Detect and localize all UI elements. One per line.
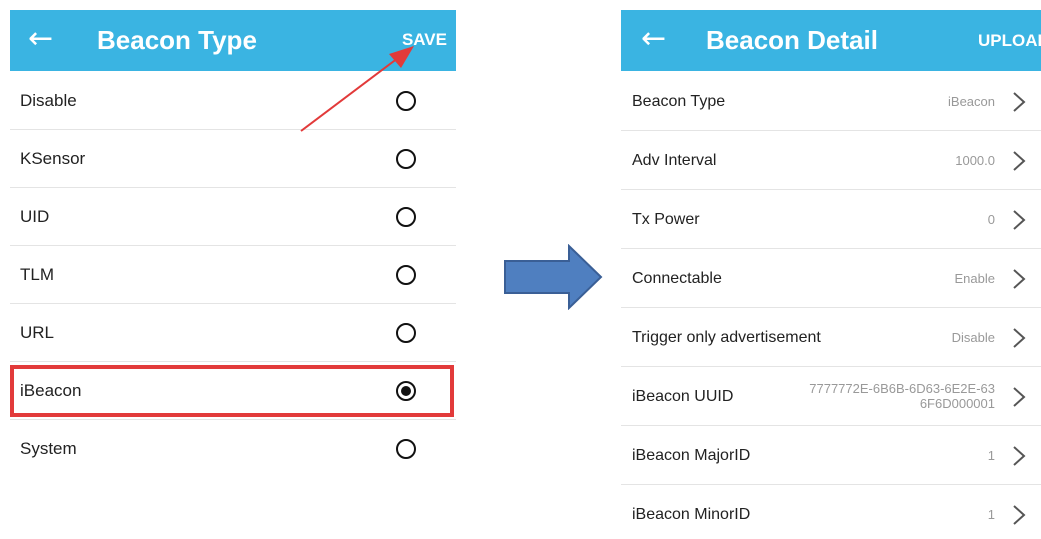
option-uid[interactable]: UID	[10, 188, 456, 246]
chevron-right-icon	[1013, 210, 1026, 230]
option-label: System	[20, 439, 77, 458]
row-label: Tx Power	[632, 211, 700, 228]
page-title: Beacon Type	[97, 25, 257, 55]
save-button[interactable]: SAVE	[402, 29, 447, 51]
beacon-type-screen: ← Beacon Type SAVE Disable KSensor UID T…	[10, 10, 456, 530]
row-beacon-type[interactable]: Beacon Type iBeacon	[621, 72, 1041, 131]
chevron-right-icon	[1013, 151, 1026, 171]
option-system[interactable]: System	[10, 420, 456, 478]
radio-button[interactable]	[396, 149, 416, 169]
back-arrow-icon[interactable]: ←	[28, 21, 53, 57]
option-url[interactable]: URL	[10, 304, 456, 362]
row-adv-interval[interactable]: Adv Interval 1000.0	[621, 131, 1041, 190]
row-ibeacon-uuid[interactable]: iBeacon UUID 7777772E-6B6B-6D63-6E2E-63 …	[621, 367, 1041, 426]
option-ksensor[interactable]: KSensor	[10, 130, 456, 188]
row-value: Enable	[954, 271, 995, 286]
row-label: Beacon Type	[632, 93, 726, 110]
back-arrow-icon[interactable]: ←	[641, 21, 666, 57]
row-value: 1000.0	[955, 153, 995, 168]
radio-dot	[401, 386, 411, 396]
row-label: iBeacon MinorID	[632, 506, 751, 523]
row-label: Adv Interval	[632, 152, 717, 169]
row-value: 1	[987, 448, 995, 463]
chevron-right-icon	[1013, 92, 1026, 112]
page-title: Beacon Detail	[706, 25, 878, 55]
option-ibeacon[interactable]: iBeacon	[10, 362, 456, 420]
chevron-right-icon	[1013, 269, 1026, 289]
row-ibeacon-minorid[interactable]: iBeacon MinorID 1	[621, 485, 1041, 539]
blue-right-arrow-icon	[504, 244, 603, 310]
radio-button[interactable]	[396, 207, 416, 227]
option-label: UID	[20, 207, 50, 226]
chevron-right-icon	[1013, 446, 1026, 466]
uuid-line-1: 7777772E-6B6B-6D63-6E2E-63	[809, 381, 995, 396]
row-label: iBeacon MajorID	[632, 447, 751, 464]
uuid-line-2: 6F6D000001	[919, 396, 995, 411]
option-label: TLM	[20, 265, 54, 284]
option-label: Disable	[20, 91, 77, 110]
option-label: URL	[20, 323, 55, 342]
chevron-right-icon	[1013, 387, 1026, 407]
row-label: Trigger only advertisement	[632, 329, 821, 346]
option-label: iBeacon	[20, 381, 82, 400]
row-value: 7777772E-6B6B-6D63-6E2E-63 6F6D000001	[809, 381, 995, 411]
row-value: iBeacon	[948, 94, 995, 109]
row-connectable[interactable]: Connectable Enable	[621, 249, 1041, 308]
radio-button[interactable]	[396, 439, 416, 459]
radio-button[interactable]	[396, 265, 416, 285]
row-trigger-only-advertisement[interactable]: Trigger only advertisement Disable	[621, 308, 1041, 367]
row-label: Connectable	[632, 270, 722, 287]
chevron-right-icon	[1013, 505, 1026, 525]
option-tlm[interactable]: TLM	[10, 246, 456, 304]
option-disable[interactable]: Disable	[10, 72, 456, 130]
row-ibeacon-majorid[interactable]: iBeacon MajorID 1	[621, 426, 1041, 485]
row-label: iBeacon UUID	[632, 388, 734, 405]
radio-button[interactable]	[396, 323, 416, 343]
radio-button[interactable]	[396, 91, 416, 111]
chevron-right-icon	[1013, 328, 1026, 348]
beacon-detail-screen: ← Beacon Detail UPLOAD Beacon Type iBeac…	[621, 10, 1041, 539]
row-tx-power[interactable]: Tx Power 0	[621, 190, 1041, 249]
option-label: KSensor	[20, 149, 86, 168]
beacon-detail-appbar: ← Beacon Detail UPLOAD	[621, 10, 1041, 71]
row-value: Disable	[951, 330, 995, 345]
radio-button[interactable]	[396, 381, 416, 401]
upload-button[interactable]: UPLOAD	[978, 30, 1041, 52]
beacon-type-appbar: ← Beacon Type SAVE	[10, 10, 456, 71]
row-value: 1	[987, 507, 995, 522]
row-value: 0	[987, 212, 995, 227]
